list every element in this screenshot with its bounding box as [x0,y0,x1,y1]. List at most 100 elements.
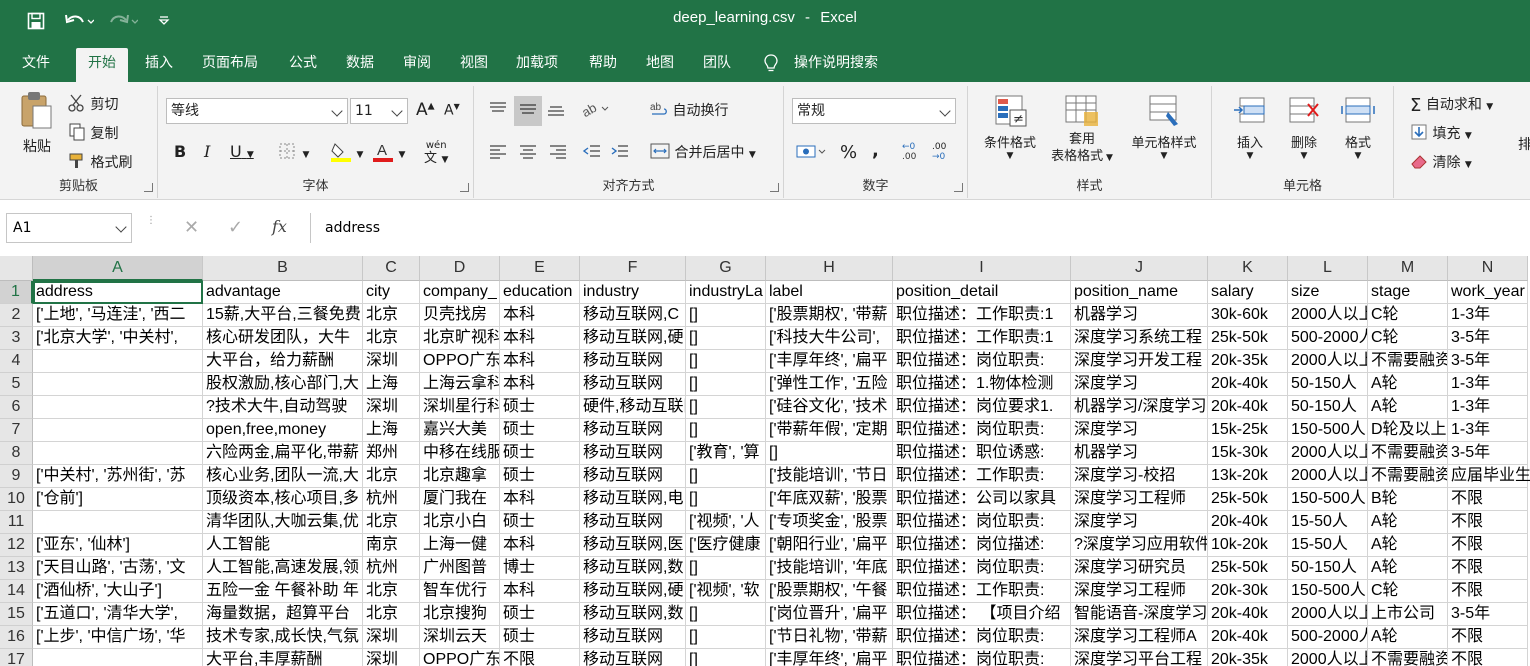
cell-A14[interactable]: ['酒仙桥', '大山子'] [33,580,203,603]
cell-L16[interactable]: 500-2000人 [1288,626,1368,649]
cell-A12[interactable]: ['亚东', '仙林'] [33,534,203,557]
cell-H6[interactable]: ['硅谷文化', '技术 [766,396,893,419]
accounting-format-icon[interactable] [796,142,826,166]
cell-I2[interactable]: 职位描述：工作职责:1 [893,304,1071,327]
cell-L9[interactable]: 2000人以上 [1288,465,1368,488]
cell-M2[interactable]: C轮 [1368,304,1448,327]
cell-F3[interactable]: 移动互联网,硬 [580,327,686,350]
cell-F11[interactable]: 移动互联网 [580,511,686,534]
merge-center-button[interactable]: 合并后居中 ▼ [650,142,756,164]
align-top-icon[interactable] [488,100,508,122]
cell-C2[interactable]: 北京 [363,304,420,327]
cell-N2[interactable]: 1-3年 [1448,304,1528,327]
comma-style-button[interactable]: , [872,140,879,161]
cell-N14[interactable]: 不限 [1448,580,1528,603]
cell-J3[interactable]: 深度学习系统工程 [1071,327,1208,350]
cell-D13[interactable]: 广州图普 [420,557,500,580]
cell-D3[interactable]: 北京旷视科 [420,327,500,350]
cell-M4[interactable]: 不需要融资 [1368,350,1448,373]
cell-G6[interactable]: [] [686,396,766,419]
cell-A11[interactable] [33,511,203,534]
cell-H3[interactable]: ['科技大牛公司', [766,327,893,350]
cancel-icon[interactable]: ✕ [184,217,199,238]
phonetic-button[interactable]: wén 文 ▼ [424,138,448,166]
cell-C9[interactable]: 北京 [363,465,420,488]
cell-G11[interactable]: ['视频', '人 [686,511,766,534]
cell-G9[interactable]: [] [686,465,766,488]
cell-H8[interactable]: [] [766,442,893,465]
cell-B11[interactable]: 清华团队,大咖云集,优 [203,511,363,534]
cell-N9[interactable]: 应届毕业生 [1448,465,1530,488]
cell-H7[interactable]: ['带薪年假', '定期 [766,419,893,442]
row-header[interactable]: 13 [0,557,33,580]
cell-E2[interactable]: 本科 [500,304,580,327]
cell-E4[interactable]: 本科 [500,350,580,373]
cell-F8[interactable]: 移动互联网 [580,442,686,465]
row-header[interactable]: 17 [0,649,33,666]
cell-D5[interactable]: 上海云拿科 [420,373,500,396]
cell-G13[interactable]: [] [686,557,766,580]
row-header[interactable]: 12 [0,534,33,557]
cell-C8[interactable]: 郑州 [363,442,420,465]
cell-I4[interactable]: 职位描述：岗位职责: [893,350,1071,373]
cell-E10[interactable]: 本科 [500,488,580,511]
decrease-decimal-button[interactable]: .00 →0 [932,142,946,162]
cell-D4[interactable]: OPPO广东 [420,350,500,373]
cell-M16[interactable]: A轮 [1368,626,1448,649]
cell-C11[interactable]: 北京 [363,511,420,534]
clipboard-launcher-icon[interactable] [144,183,153,192]
cell-B6[interactable]: ?技术大牛,自动驾驶 [203,396,363,419]
tab-insert[interactable]: 插入 [133,48,185,82]
cell-B4[interactable]: 大平台，给力薪酬 [203,350,363,373]
row-header[interactable]: 9 [0,465,33,488]
name-box[interactable]: A1 [6,213,132,243]
cell-I16[interactable]: 职位描述：岗位职责: [893,626,1071,649]
cell-L11[interactable]: 15-50人 [1288,511,1368,534]
row-header[interactable]: 1 [0,281,33,304]
cell-H16[interactable]: ['节日礼物', '带薪 [766,626,893,649]
cell-J10[interactable]: 深度学习工程师 [1071,488,1208,511]
cell-A4[interactable] [33,350,203,373]
cell-J16[interactable]: 深度学习工程师A [1071,626,1208,649]
cell-J6[interactable]: 机器学习/深度学习 [1071,396,1208,419]
column-header[interactable]: E [500,256,580,281]
increase-indent-icon[interactable] [610,142,630,164]
cell-H2[interactable]: ['股票期权', '带薪 [766,304,893,327]
tab-formulas[interactable]: 公式 [277,48,329,82]
cell-N13[interactable]: 不限 [1448,557,1528,580]
cell-D1[interactable]: company_ [420,281,500,304]
cell-M10[interactable]: B轮 [1368,488,1448,511]
cell-E17[interactable]: 不限 [500,649,580,666]
cell-M13[interactable]: A轮 [1368,557,1448,580]
orientation-icon[interactable]: ab [579,100,610,122]
cell-D11[interactable]: 北京小白 [420,511,500,534]
cell-A13[interactable]: ['天目山路', '古荡', '文 [33,557,203,580]
cell-B7[interactable]: open,free,money [203,419,363,442]
cell-M7[interactable]: D轮及以上 [1368,419,1448,442]
shrink-font-button[interactable]: A▼ [444,102,460,119]
cell-K10[interactable]: 25k-50k [1208,488,1288,511]
row-header[interactable]: 16 [0,626,33,649]
cell-E9[interactable]: 硕士 [500,465,580,488]
cell-I8[interactable]: 职位描述：职位诱惑: [893,442,1071,465]
cell-A16[interactable]: ['上步', '中信广场', '华 [33,626,203,649]
row-header[interactable]: 6 [0,396,33,419]
borders-button[interactable]: ▼ [278,142,309,164]
cell-J2[interactable]: 机器学习 [1071,304,1208,327]
cell-E11[interactable]: 硕士 [500,511,580,534]
cell-E13[interactable]: 博士 [500,557,580,580]
cell-B5[interactable]: 股权激励,核心部门,大 [203,373,363,396]
cell-K3[interactable]: 25k-50k [1208,327,1288,350]
cell-F14[interactable]: 移动互联网,硬 [580,580,686,603]
cell-B3[interactable]: 核心研发团队，大牛 [203,327,363,350]
cell-F7[interactable]: 移动互联网 [580,419,686,442]
cell-E16[interactable]: 硕士 [500,626,580,649]
clear-button[interactable]: 清除 ▼ [1410,152,1472,174]
tab-help[interactable]: 帮助 [577,48,629,82]
cell-G12[interactable]: ['医疗健康 [686,534,766,557]
cell-N7[interactable]: 1-3年 [1448,419,1528,442]
cell-C5[interactable]: 上海 [363,373,420,396]
cell-E8[interactable]: 硕士 [500,442,580,465]
cell-L8[interactable]: 2000人以上 [1288,442,1368,465]
cell-D8[interactable]: 中移在线服 [420,442,500,465]
